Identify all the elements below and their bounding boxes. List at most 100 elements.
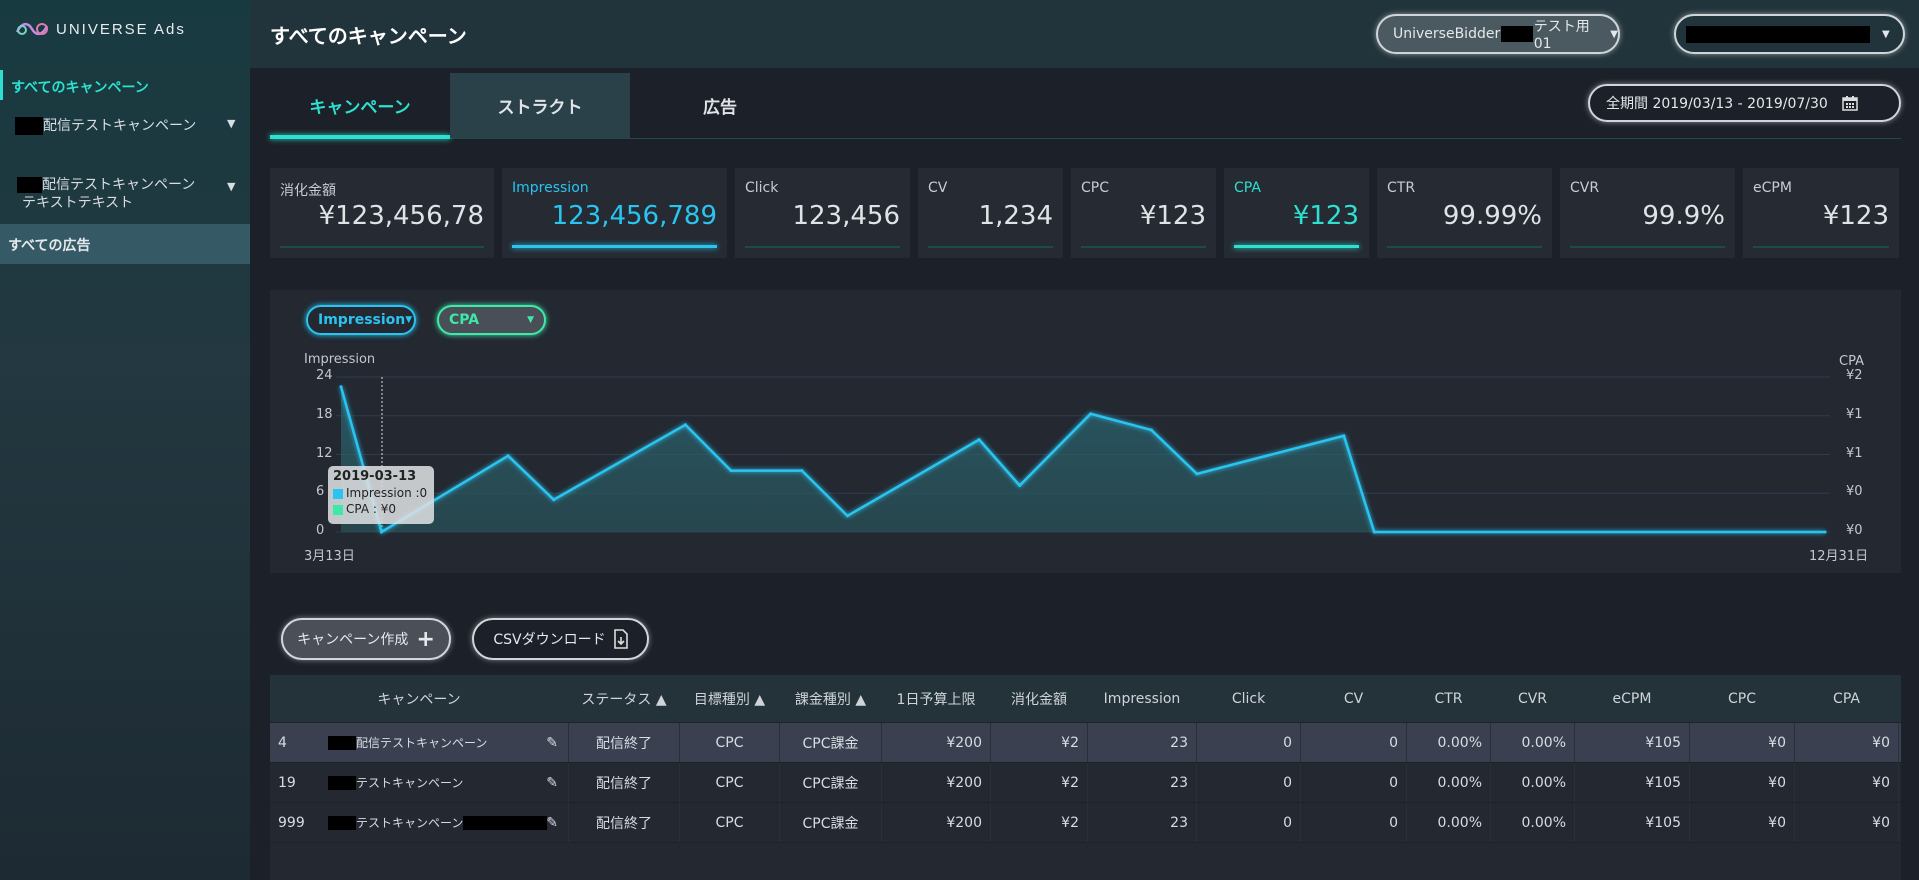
table-cell: 23 — [1088, 723, 1197, 762]
column-header[interactable]: Impression — [1088, 675, 1197, 722]
redacted — [328, 775, 356, 790]
redacted — [463, 815, 548, 830]
campaign-cell: 4 配信テストキャンペーン ✎ — [270, 723, 569, 762]
impression-point — [1195, 472, 1199, 476]
impression-point — [552, 498, 556, 502]
table-cell: ¥200 — [882, 763, 991, 802]
tooltip-text: Impression :0 — [346, 486, 428, 500]
column-header[interactable]: 消化金額 — [991, 675, 1088, 722]
tooltip-date: 2019-03-13 — [333, 469, 417, 484]
table-cell: ¥0 — [1690, 763, 1795, 802]
campaign-cell: 999 テストキャンペーン ✎ — [270, 803, 569, 842]
campaign-name[interactable]: テストキャンペーン — [356, 774, 463, 791]
redacted — [328, 735, 356, 750]
button-label: キャンペーン作成 — [297, 632, 409, 648]
impression-point — [1372, 530, 1376, 534]
column-header[interactable]: CV — [1301, 675, 1407, 722]
tooltip-line-impression: Impression :0 — [333, 485, 429, 501]
y-tick-label-left: 18 — [316, 406, 333, 422]
table-cell: ¥0 — [1690, 803, 1795, 842]
table-cell: 配信終了 — [569, 763, 680, 802]
right-axis-label: CPA — [1839, 354, 1864, 369]
table-cell: ¥105 — [1575, 803, 1690, 842]
table-header: キャンペーン ステータス ▲ 目標種別 ▲ 課金種別 ▲ 1日予算上限 消化金額 Impre… — [270, 675, 1901, 723]
x-tick-label: 3月13日 — [304, 549, 355, 564]
y-tick-label-right: ¥0 — [1846, 484, 1863, 500]
table-cell: ¥105 — [1575, 763, 1690, 802]
table-cell: ¥0 — [1795, 803, 1899, 842]
table-cell: CPC — [680, 763, 780, 802]
column-header[interactable]: ステータス ▲ — [569, 675, 680, 722]
table-cell: 23 — [1088, 763, 1197, 802]
impression-point — [339, 385, 343, 389]
table-cell: ¥0 — [1690, 723, 1795, 762]
table-cell: 配信終了 — [569, 723, 680, 762]
impression-point — [1342, 434, 1346, 438]
tooltip-text: CPA : ¥0 — [346, 502, 396, 516]
table-cell: CPC課金 — [780, 723, 882, 762]
campaign-cell: 19 テストキャンペーン ✎ — [270, 763, 569, 802]
tooltip-line-cpa: CPA : ¥0 — [333, 501, 429, 517]
y-tick-label-left: 0 — [316, 523, 325, 538]
edit-icon[interactable]: ✎ — [546, 775, 558, 791]
impression-area — [341, 386, 1825, 532]
table-cell: 0 — [1197, 803, 1301, 842]
column-header[interactable]: 課金種別 ▲ — [780, 675, 882, 722]
create-campaign-button[interactable]: キャンペーン作成 + — [281, 618, 451, 660]
table-cell: 0 — [1301, 763, 1407, 802]
table-cell: ¥105 — [1575, 723, 1690, 762]
csv-download-button[interactable]: CSVダウンロード — [472, 618, 649, 660]
campaign-id: 999 — [278, 814, 305, 831]
chart-tooltip: 2019-03-13 Impression :0 CPA : ¥0 — [328, 466, 434, 524]
table-cell: 0 — [1197, 763, 1301, 802]
table-row[interactable]: 999 テストキャンペーン ✎ 配信終了 CPC CPC課金 ¥200 ¥2 23 0 0 0.00%… — [270, 803, 1901, 843]
column-header[interactable]: キャンペーン — [270, 675, 569, 722]
column-header[interactable]: 1日予算上限 — [882, 675, 991, 722]
edit-icon[interactable]: ✎ — [546, 735, 558, 751]
y-tick-label-right: ¥0 — [1846, 523, 1863, 538]
column-header[interactable]: CVR — [1491, 675, 1575, 722]
table-cell: CPC — [680, 803, 780, 842]
y-tick-label-right: ¥1 — [1846, 406, 1863, 422]
table-cell: CPC — [680, 723, 780, 762]
column-header[interactable]: CPA — [1795, 675, 1899, 722]
table-cell: CPC課金 — [780, 763, 882, 802]
file-download-icon — [613, 629, 628, 649]
y-tick-label-left: 24 — [316, 368, 333, 383]
column-header[interactable]: CTR — [1407, 675, 1491, 722]
column-header[interactable]: eCPM — [1575, 675, 1690, 722]
impression-point — [380, 530, 384, 534]
edit-icon[interactable]: ✎ — [546, 815, 558, 831]
table-cell: CPC課金 — [780, 803, 882, 842]
left-axis-label: Impression — [304, 352, 376, 367]
column-header[interactable]: CPC — [1690, 675, 1795, 722]
campaign-id: 4 — [278, 734, 287, 751]
table-cell: 0.00% — [1407, 803, 1491, 842]
table-cell: ¥200 — [882, 723, 991, 762]
y-tick-label-right: ¥1 — [1846, 445, 1863, 461]
impression-point — [683, 423, 687, 427]
impression-swatch — [333, 488, 343, 499]
impression-point — [1018, 484, 1022, 487]
table-cell: ¥2 — [991, 803, 1088, 842]
impression-point — [506, 454, 510, 458]
table-cell: 配信終了 — [569, 803, 680, 842]
table-cell: 23 — [1088, 803, 1197, 842]
column-header[interactable]: 目標種別 ▲ — [680, 675, 780, 722]
campaign-id: 19 — [278, 774, 296, 791]
impression-point — [845, 514, 849, 518]
table-row[interactable]: 4 配信テストキャンペーン ✎ 配信終了 CPC CPC課金 ¥200 ¥2 23 0 0 0.00%… — [270, 723, 1901, 763]
impression-point — [1149, 428, 1153, 432]
campaign-name[interactable]: 配信テストキャンペーン — [356, 734, 487, 751]
table-cell: ¥2 — [991, 763, 1088, 802]
impression-point — [800, 469, 804, 473]
campaign-name[interactable]: テストキャンペーン — [356, 814, 463, 831]
table-row[interactable]: 19 テストキャンペーン ✎ 配信終了 CPC CPC課金 ¥200 ¥2 23 0 0 0.00% 0… — [270, 763, 1901, 803]
table-cell: 0.00% — [1491, 803, 1575, 842]
impression-point — [977, 438, 981, 442]
table-cell: ¥200 — [882, 803, 991, 842]
table-cell: 0 — [1197, 723, 1301, 762]
redacted — [328, 815, 356, 830]
x-tick-label: 12月31日 — [1809, 549, 1869, 564]
column-header[interactable]: Click — [1197, 675, 1301, 722]
